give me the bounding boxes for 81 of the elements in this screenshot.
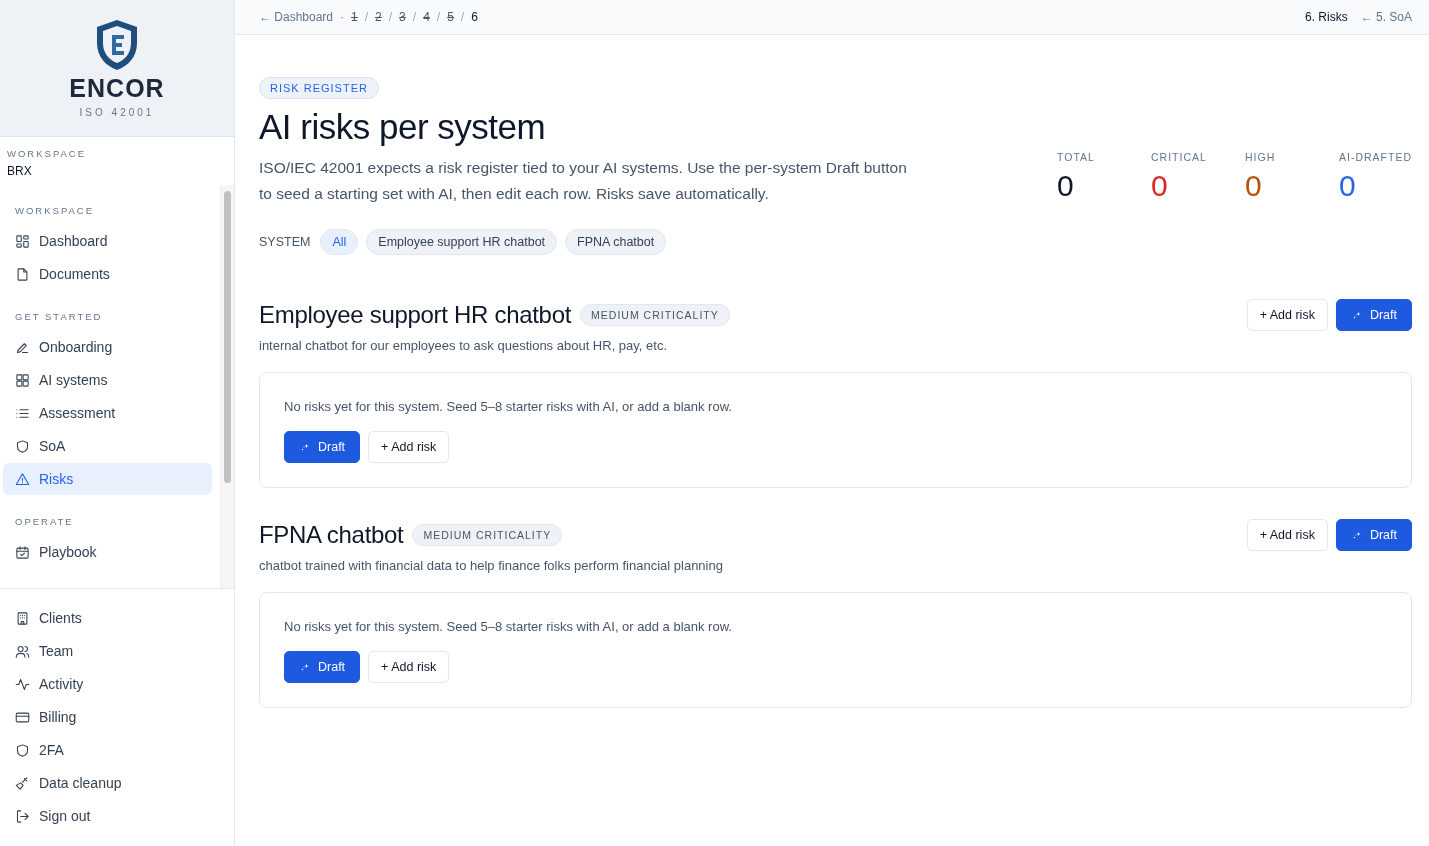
draft-button[interactable]: Draft <box>1335 519 1412 551</box>
nav-item[interactable]: Clients <box>3 602 231 634</box>
nav-item[interactable]: Documents <box>3 258 212 290</box>
stat-label: AI-DRAFTED <box>1339 151 1412 163</box>
document-icon <box>15 266 30 282</box>
nav-item[interactable]: Sign out <box>3 800 231 832</box>
slash: / <box>436 10 441 24</box>
stat-value: 0 <box>1057 169 1075 203</box>
step-link[interactable]: 6 <box>471 10 478 24</box>
stat-label: TOTAL <box>1057 151 1096 163</box>
nav-item[interactable]: Activity <box>3 668 231 700</box>
nav-section-title: WORKSPACE <box>14 204 96 218</box>
criticality-tag: MEDIUM CRITICALITY <box>412 524 563 546</box>
current-step: 6. Risks <box>1304 10 1348 24</box>
add-risk-button[interactable]: + Add risk <box>368 651 450 683</box>
slash: / <box>364 10 369 24</box>
step-link[interactable]: 1 <box>351 10 358 24</box>
stat-label: CRITICAL <box>1151 151 1208 163</box>
calendar-icon <box>15 544 30 560</box>
filter-chip[interactable]: Employee support HR chatbot <box>366 229 558 255</box>
add-risk-button[interactable]: + Add risk <box>368 431 450 463</box>
stat-value: 0 <box>1151 169 1169 203</box>
system-description: internal chatbot for our employees to ask questions about HR, pay, etc. <box>259 338 669 353</box>
brand-name: ENCOR <box>69 74 165 103</box>
nav-item[interactable]: Risks <box>3 463 212 495</box>
nav-item[interactable]: Assessment <box>3 397 212 429</box>
nav-section-title: OPERATE <box>14 515 75 529</box>
nav-item[interactable]: AI systems <box>3 364 212 396</box>
criticality-tag: MEDIUM CRITICALITY <box>580 304 730 326</box>
nav-item[interactable]: SoA <box>3 430 212 462</box>
warning-icon <box>15 471 30 487</box>
previous-step-link[interactable]: ← 5. SoA <box>1360 10 1412 24</box>
separator: · <box>340 10 345 24</box>
page-title: AI risks per system <box>259 107 547 147</box>
broom-icon <box>15 775 30 791</box>
stat-value: 0 <box>1245 169 1263 203</box>
draft-button[interactable]: Draft <box>284 651 361 683</box>
nav-item[interactable]: Onboarding <box>3 331 212 363</box>
nav-item[interactable]: Data cleanup <box>3 767 231 799</box>
step-link[interactable]: 4 <box>423 10 430 24</box>
step-link[interactable]: 5 <box>447 10 454 24</box>
workspace-name: BRX <box>7 164 33 178</box>
filter-label: SYSTEM <box>259 235 311 249</box>
dashboard-icon <box>15 233 30 249</box>
filter-chip[interactable]: All <box>320 229 359 255</box>
back-link[interactable]: ← Dashboard <box>259 10 334 24</box>
shield-icon <box>15 742 30 758</box>
empty-message: No risks yet for this system. Seed 5–8 starter risks with AI, or add a blank row. <box>284 399 733 414</box>
workspace-label: WORKSPACE <box>7 148 88 159</box>
stat-value: 0 <box>1339 169 1357 203</box>
add-risk-button[interactable]: + Add risk <box>1246 519 1328 551</box>
draft-button[interactable]: Draft <box>1335 299 1412 331</box>
system-description: chatbot trained with financial data to help finance folks perform financial planning <box>259 558 724 573</box>
nav-item[interactable]: Billing <box>3 701 231 733</box>
empty-message: No risks yet for this system. Seed 5–8 starter risks with AI, or add a blank row. <box>284 619 733 634</box>
draft-button[interactable]: Draft <box>284 431 361 463</box>
eyebrow-tag: RISK REGISTER <box>259 77 379 99</box>
nav-item[interactable]: 2FA <box>3 734 231 766</box>
stat-label: HIGH <box>1245 151 1277 163</box>
users-icon <box>15 643 30 659</box>
filter-chip[interactable]: FPNA chatbot <box>565 229 667 255</box>
activity-icon <box>15 676 30 692</box>
nav-section-title: GET STARTED <box>14 310 104 324</box>
add-risk-button[interactable]: + Add risk <box>1246 299 1328 331</box>
card-icon <box>15 709 30 725</box>
step-link[interactable]: 3 <box>399 10 406 24</box>
step-link[interactable]: 2 <box>375 10 382 24</box>
slash: / <box>412 10 417 24</box>
nav-item[interactable]: Playbook <box>3 536 212 568</box>
building-icon <box>15 610 30 626</box>
slash: / <box>460 10 465 24</box>
nav-item[interactable]: Dashboard <box>3 225 212 257</box>
nav-item[interactable]: Team <box>3 635 231 667</box>
sign-out-icon <box>15 808 30 824</box>
system-title: FPNA chatbot <box>259 521 404 549</box>
grid-icon <box>15 372 30 388</box>
system-title: Employee support HR chatbot <box>259 301 572 329</box>
shield-icon <box>15 438 30 454</box>
intro-text: ISO/IEC 42001 expects a risk register tied to your AI systems. Use the per-system Draft button to seed a starting set with AI, then edit each row. Risks save automatically. <box>259 158 908 204</box>
brand-subtitle: ISO 42001 <box>79 107 155 118</box>
slash: / <box>388 10 393 24</box>
